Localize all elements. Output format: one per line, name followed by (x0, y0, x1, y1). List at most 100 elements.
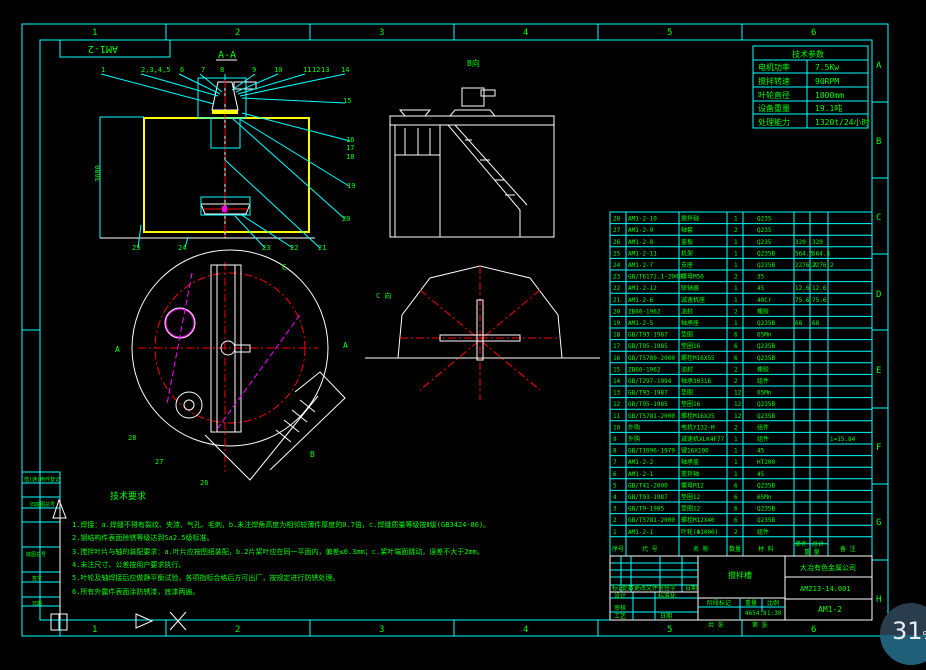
bom-cell: 1 (734, 297, 738, 304)
bom-cell: 外购 (628, 423, 640, 431)
bom-cell: 12 (734, 413, 742, 420)
bom-cell: Q235B (757, 343, 775, 350)
bom-cell: 搅拌轴 (681, 470, 699, 478)
bom-cell: 组件 (757, 423, 769, 431)
callout: 16 (346, 136, 354, 144)
bom-cell: 橡胶 (757, 307, 769, 315)
bom-cell: 40Cr (757, 297, 772, 304)
col-label: 6 (811, 28, 816, 38)
bom-cell: 4 (613, 494, 617, 501)
bom-cell: 10 (613, 424, 621, 431)
bom-cell: 12.6 (812, 285, 827, 292)
cad-drawing-canvas[interactable]: 1 2 3 4 5 6 1 2 3 4 5 6 A B C D E F G H … (0, 0, 926, 670)
view-c: C 向 (365, 265, 600, 400)
tb-label-design: 设计 (614, 592, 626, 600)
bom-cell: Q235B (757, 517, 775, 524)
bom-cell: 3 (613, 506, 617, 513)
bom-cell: AM1-2-2 (628, 459, 654, 466)
bom-cell: Q235B (757, 320, 775, 327)
bom-header-material: 材 料 (758, 545, 774, 553)
callout: 26 (200, 479, 208, 487)
bom-cell: 电机Y132-M (681, 423, 715, 431)
col-label: 6 (811, 625, 816, 635)
bom-cell: 9 (613, 436, 617, 443)
tb-label-count: 处数 (622, 584, 634, 592)
bom-cell: 1 (734, 459, 738, 466)
param-value: 90RPM (815, 77, 839, 86)
callout: 28 (128, 434, 136, 442)
bom-cell: 1 (734, 262, 738, 269)
param-label: 搅拌转速 (758, 76, 790, 86)
bom-cell: i=15.84 (830, 436, 856, 443)
col-label: 1 (92, 28, 97, 38)
bom-cell: AM1-2-1 (628, 529, 654, 536)
side-view-title: B向 (467, 58, 480, 68)
callout: 20 (342, 215, 350, 223)
param-value: 1000mm (815, 91, 844, 100)
bom-cell: 23 (613, 274, 621, 281)
bom-cell: GB/T5780-2000 (628, 355, 675, 362)
bom-cell: 1 (734, 436, 738, 443)
col-label: 2 (235, 625, 240, 635)
technical-requirements: 技术要求 1.焊接：a.焊缝不得有裂纹、夹渣、气孔、毛刺，b.未注焊角高度为相邻… (72, 490, 490, 596)
callout: 8 (220, 66, 224, 74)
row-label: E (876, 366, 881, 376)
col-label: 3 (379, 625, 384, 635)
bom-cell: GB/T95-1985 (628, 401, 668, 408)
callout: 6 (180, 66, 184, 74)
callout: 24 (178, 244, 186, 252)
tb-scale-value: 1:30 (767, 610, 782, 617)
bom-cell: 1 (734, 448, 738, 455)
bom-cell: 21 (613, 297, 621, 304)
note-line: 4.未注尺寸、公差按用户要求执行。 (72, 560, 185, 569)
bom-cell: Q235 (757, 216, 772, 223)
section-marker-right: A (343, 341, 348, 350)
bom-cell: Q235B (757, 355, 775, 362)
bom-header-code: 代 号 (642, 545, 658, 553)
bom-cell: 68 (812, 320, 820, 327)
bom-cell: 垫圈16 (681, 342, 701, 350)
param-label: 设备重量 (758, 103, 790, 113)
row-label: G (876, 518, 881, 528)
bom-cell: 19 (613, 320, 621, 327)
bom-cell: Q235B (757, 401, 775, 408)
callout: 2,3,4,5 (141, 66, 171, 74)
bom-cell: 螺母M12 (681, 481, 704, 489)
param-value: 19.1吨 (815, 103, 842, 113)
param-value: 7.5Kw (815, 63, 839, 72)
bom-cell: Q235B (757, 413, 775, 420)
left-col-label: 日期 (32, 601, 42, 607)
bom-cell: 减速机XLK4F77 (681, 435, 725, 443)
bom-cell: 2 (734, 529, 738, 536)
bom-cell: Q235 (757, 227, 772, 234)
bom-cell: 搅拌轴 (681, 215, 699, 223)
tb-label-sheets: 共 张 (708, 621, 724, 629)
bom-cell: 1 (734, 471, 738, 478)
drawing-name: 搅拌槽 (728, 570, 752, 580)
bom-cell: Q235 (757, 239, 772, 246)
bom-cell: 2276.2 (812, 262, 834, 269)
bom-header-remark: 备 注 (840, 545, 856, 553)
bom-cell: 35 (757, 274, 765, 281)
bom-cell: AM1-2-7 (628, 262, 654, 269)
badge-value: 31% (892, 617, 926, 645)
bom-cell: 2 (734, 378, 738, 385)
bom-cell: GB/T1096-1979 (628, 448, 675, 455)
note-line: 5.叶轮及轴焊接后应做静平衡试验，各项指标合格后方可出厂，按规定进行防锈处理。 (72, 573, 339, 582)
bom-cell: 2 (734, 274, 738, 281)
tb-label-approve: 工艺 (614, 612, 626, 620)
col-label: 2 (235, 28, 240, 38)
bom-cell: GB/T9-1985 (628, 506, 665, 513)
bom-cell: 7 (613, 459, 617, 466)
bom-cell: 6 (734, 332, 738, 339)
bom-header-no: 序号 (612, 545, 624, 553)
param-label: 电机功率 (758, 62, 790, 72)
bom-cell: GB/T297-1994 (628, 378, 672, 385)
bom-cell: 20 (613, 308, 621, 315)
bom-cell: 12 (734, 401, 742, 408)
bom-header: 序号 代 号 名 称 数量 材 料 单件 总计 重 量 备 注 (612, 540, 856, 556)
tb-label-sign: 签字 (664, 584, 676, 592)
col-label: 1 (92, 625, 97, 635)
tb-label-std: 标准化 (658, 592, 676, 600)
col-label: 4 (523, 625, 528, 635)
